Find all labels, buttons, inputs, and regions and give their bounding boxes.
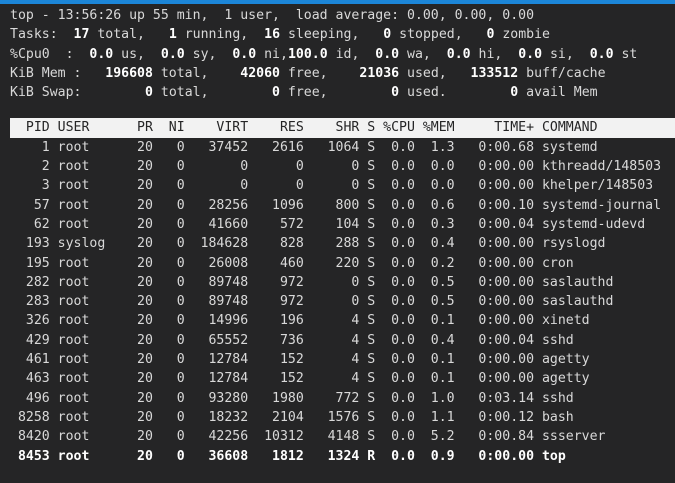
process-table-header: PID USER PR NI VIRT RES SHR S %CPU %MEM … [10,118,675,137]
summary-label: total, [153,66,240,81]
summary-label: %Cpu0 : [10,47,89,62]
summary-value: 0 [391,85,399,100]
cpu-line: %Cpu0 : 0.0 us, 0.0 sy, 0.0 ni,100.0 id,… [10,45,675,64]
tasks-line: Tasks: 17 total, 1 running, 16 sleeping,… [10,25,675,44]
process-row: 2 root 20 0 0 0 0 S 0.0 0.0 0:00.00 kthr… [10,157,675,176]
summary-label: total, [89,27,168,42]
process-row: 62 root 20 0 41660 572 104 S 0.0 0.3 0:0… [10,215,675,234]
summary-value: 0 [272,85,280,100]
summary-label: st [614,47,638,62]
top-summary: top - 13:56:26 up 55 min, 1 user, load a… [10,6,675,102]
summary-value: 0 [510,85,518,100]
process-row: 57 root 20 0 28256 1096 800 S 0.0 0.6 0:… [10,196,675,215]
summary-label: us, [113,47,161,62]
process-row: 1 root 20 0 37452 2616 1064 S 0.0 1.3 0:… [10,138,675,157]
summary-value: 133512 [471,66,519,81]
summary-label: zombie [494,27,550,42]
summary-label: wa, [399,47,447,62]
process-row: 8420 root 20 0 42256 10312 4148 S 0.0 5.… [10,427,675,446]
summary-value: 21036 [359,66,399,81]
summary-label: hi, [471,47,519,62]
summary-value: 0 [383,27,391,42]
summary-value: 0.0 [89,47,113,62]
summary-value: 16 [264,27,280,42]
summary-label: ni, [256,47,288,62]
summary-label: sleeping, [280,27,383,42]
summary-label: running, [177,27,264,42]
swap-line: KiB Swap: 0 total, 0 free, 0 used. 0 ava… [10,83,675,102]
summary-label: used, [399,66,470,81]
summary-value: 0 [145,85,153,100]
process-row: 326 root 20 0 14996 196 4 S 0.0 0.1 0:00… [10,311,675,330]
summary-value: 1 [169,27,177,42]
process-row: 195 root 20 0 26008 460 220 S 0.0 0.2 0:… [10,254,675,273]
summary-label: top - 13:56:26 up 55 min, 1 user, load a… [10,8,534,23]
process-row: 283 root 20 0 89748 972 0 S 0.0 0.5 0:00… [10,292,675,311]
summary-label: free, [280,66,359,81]
process-row: 463 root 20 0 12784 152 4 S 0.0 0.1 0:00… [10,369,675,388]
summary-label: free, [280,85,391,100]
summary-label: used. [399,85,510,100]
process-row: 429 root 20 0 65552 736 4 S 0.0 0.4 0:00… [10,331,675,350]
summary-value: 0.0 [232,47,256,62]
mem-line: KiB Mem : 196608 total, 42060 free, 2103… [10,64,675,83]
summary-value: 0.0 [518,47,542,62]
process-row: 282 root 20 0 89748 972 0 S 0.0 0.5 0:00… [10,273,675,292]
summary-label: stopped, [391,27,486,42]
top-output: top - 13:56:26 up 55 min, 1 user, load a… [10,4,675,466]
summary-value: 0.0 [161,47,185,62]
summary-value: 196608 [105,66,153,81]
summary-value: 17 [74,27,90,42]
summary-value: 0.0 [375,47,399,62]
process-row: 496 root 20 0 93280 1980 772 S 0.0 1.0 0… [10,389,675,408]
process-row: 461 root 20 0 12784 152 4 S 0.0 0.1 0:00… [10,350,675,369]
summary-label: avail Mem [518,85,597,100]
summary-value: 0.0 [447,47,471,62]
process-row: 8453 root 20 0 36608 1812 1324 R 0.0 0.9… [10,447,675,466]
process-row: 3 root 20 0 0 0 0 S 0.0 0.0 0:00.00 khel… [10,176,675,195]
summary-value: 100.0 [288,47,328,62]
process-table-body: 1 root 20 0 37452 2616 1064 S 0.0 1.3 0:… [10,138,675,466]
summary-label: si, [542,47,590,62]
summary-label: sy, [185,47,233,62]
summary-value: 42060 [240,66,280,81]
terminal-window[interactable]: top - 13:56:26 up 55 min, 1 user, load a… [0,0,675,483]
summary-label: total, [153,85,272,100]
summary-label: KiB Swap: [10,85,145,100]
summary-label: KiB Mem : [10,66,105,81]
uptime-line: top - 13:56:26 up 55 min, 1 user, load a… [10,6,675,25]
process-row: 193 syslog 20 0 184628 828 288 S 0.0 0.4… [10,234,675,253]
summary-value: 0.0 [590,47,614,62]
summary-label: Tasks: [10,27,74,42]
blank-line [10,102,675,118]
summary-label: buff/cache [518,66,605,81]
process-row: 8258 root 20 0 18232 2104 1576 S 0.0 1.1… [10,408,675,427]
summary-label: id, [328,47,376,62]
